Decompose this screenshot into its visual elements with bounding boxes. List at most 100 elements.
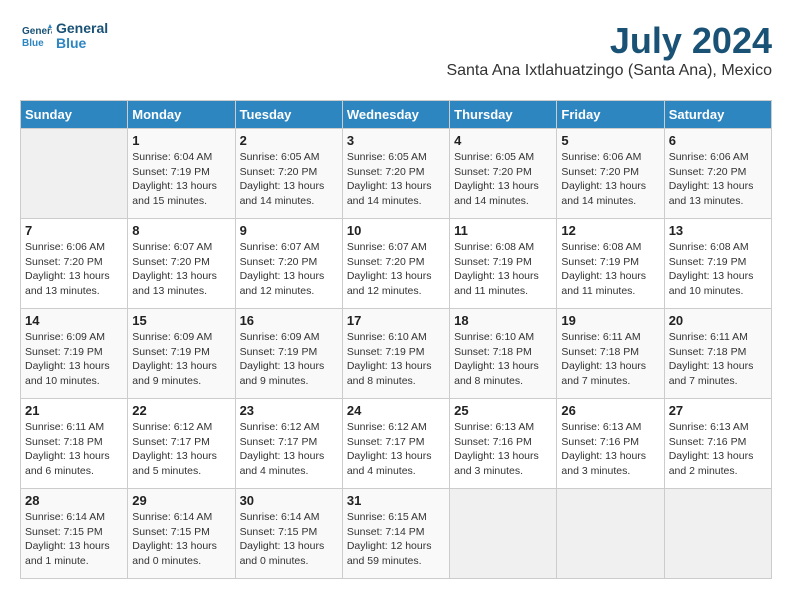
day-info: Sunrise: 6:08 AMSunset: 7:19 PMDaylight:… bbox=[454, 240, 552, 299]
day-info: Sunrise: 6:14 AMSunset: 7:15 PMDaylight:… bbox=[240, 510, 338, 569]
day-info: Sunrise: 6:12 AMSunset: 7:17 PMDaylight:… bbox=[132, 420, 230, 479]
calendar-cell: 2Sunrise: 6:05 AMSunset: 7:20 PMDaylight… bbox=[235, 129, 342, 219]
day-info: Sunrise: 6:06 AMSunset: 7:20 PMDaylight:… bbox=[561, 150, 659, 209]
calendar-cell: 16 Sunrise: 6:09 AMSunset: 7:19 PMDayligh… bbox=[235, 309, 342, 399]
day-info: Sunrise: 6:05 AMSunset: 7:20 PMDaylight:… bbox=[347, 150, 445, 209]
day-info: Sunrise: 6:11 AMSunset: 7:18 PMDaylight:… bbox=[25, 420, 123, 479]
calendar-cell: 3 Sunrise: 6:05 AMSunset: 7:20 PMDaylight… bbox=[342, 129, 449, 219]
day-info: Sunrise: 6:05 AMSunset: 7:20 PMDaylight:… bbox=[454, 150, 552, 209]
calendar-cell: 9 Sunrise: 6:07 AMSunset: 7:20 PMDaylight… bbox=[235, 219, 342, 309]
calendar-cell: 19 Sunrise: 6:11 AMSunset: 7:18 PMDayligh… bbox=[557, 309, 664, 399]
calendar-cell: 8 Sunrise: 6:07 AMSunset: 7:20 PMDaylight… bbox=[128, 219, 235, 309]
day-info: Sunrise: 6:07 AMSunset: 7:20 PMDaylight:… bbox=[240, 240, 338, 299]
calendar-cell: 6 Sunrise: 6:06 AMSunset: 7:20 PMDaylight… bbox=[664, 129, 771, 219]
calendar-cell: 28Sunrise: 6:14 AMSunset: 7:15 PMDayligh… bbox=[21, 489, 128, 579]
calendar-cell: 24Sunrise: 6:12 AMSunset: 7:17 PMDayligh… bbox=[342, 399, 449, 489]
calendar-cell: 1 Sunrise: 6:04 AMSunset: 7:19 PMDaylight… bbox=[128, 129, 235, 219]
column-header-friday: Friday bbox=[557, 101, 664, 129]
day-number: 13 bbox=[669, 223, 767, 238]
day-info: Sunrise: 6:09 AMSunset: 7:19 PMDaylight:… bbox=[132, 330, 230, 389]
title-section: July 2024 Santa Ana Ixtlahuatzingo (Sant… bbox=[446, 20, 772, 90]
day-number: 1 bbox=[132, 133, 230, 148]
day-info: Sunrise: 6:08 AMSunset: 7:19 PMDaylight:… bbox=[561, 240, 659, 299]
svg-text:Blue: Blue bbox=[22, 38, 44, 49]
day-info: Sunrise: 6:13 AMSunset: 7:16 PMDaylight:… bbox=[669, 420, 767, 479]
day-info: Sunrise: 6:07 AMSunset: 7:20 PMDaylight:… bbox=[347, 240, 445, 299]
day-info: Sunrise: 6:11 AMSunset: 7:18 PMDaylight:… bbox=[561, 330, 659, 389]
day-number: 24 bbox=[347, 403, 445, 418]
calendar-cell: 20 Sunrise: 6:11 AMSunset: 7:18 PMDayligh… bbox=[664, 309, 771, 399]
svg-text:General: General bbox=[22, 26, 52, 37]
column-header-saturday: Saturday bbox=[664, 101, 771, 129]
calendar-cell: 14 Sunrise: 6:09 AMSunset: 7:19 PMDayligh… bbox=[21, 309, 128, 399]
day-info: Sunrise: 6:11 AMSunset: 7:18 PMDaylight:… bbox=[669, 330, 767, 389]
calendar-title: July 2024 bbox=[446, 20, 772, 62]
day-number: 6 bbox=[669, 133, 767, 148]
day-number: 31 bbox=[347, 493, 445, 508]
calendar-cell bbox=[21, 129, 128, 219]
week-row-2: 7Sunrise: 6:06 AMSunset: 7:20 PMDaylight… bbox=[21, 219, 772, 309]
day-info: Sunrise: 6:06 AMSunset: 7:20 PMDaylight:… bbox=[25, 240, 123, 299]
day-number: 21 bbox=[25, 403, 123, 418]
day-number: 22 bbox=[132, 403, 230, 418]
column-header-monday: Monday bbox=[128, 101, 235, 129]
day-number: 19 bbox=[561, 313, 659, 328]
week-row-3: 14 Sunrise: 6:09 AMSunset: 7:19 PMDayligh… bbox=[21, 309, 772, 399]
column-header-wednesday: Wednesday bbox=[342, 101, 449, 129]
calendar-cell: 23Sunrise: 6:12 AMSunset: 7:17 PMDayligh… bbox=[235, 399, 342, 489]
day-number: 8 bbox=[132, 223, 230, 238]
day-info: Sunrise: 6:10 AMSunset: 7:19 PMDaylight:… bbox=[347, 330, 445, 389]
day-number: 12 bbox=[561, 223, 659, 238]
day-info: Sunrise: 6:10 AMSunset: 7:18 PMDaylight:… bbox=[454, 330, 552, 389]
calendar-cell: 4 Sunrise: 6:05 AMSunset: 7:20 PMDaylight… bbox=[450, 129, 557, 219]
week-row-4: 21 Sunrise: 6:11 AMSunset: 7:18 PMDayligh… bbox=[21, 399, 772, 489]
week-row-5: 28Sunrise: 6:14 AMSunset: 7:15 PMDayligh… bbox=[21, 489, 772, 579]
calendar-cell: 21 Sunrise: 6:11 AMSunset: 7:18 PMDayligh… bbox=[21, 399, 128, 489]
day-number: 15 bbox=[132, 313, 230, 328]
calendar-cell: 22 Sunrise: 6:12 AMSunset: 7:17 PMDayligh… bbox=[128, 399, 235, 489]
calendar-cell bbox=[664, 489, 771, 579]
day-info: Sunrise: 6:14 AMSunset: 7:15 PMDaylight:… bbox=[25, 510, 123, 569]
calendar-cell: 10 Sunrise: 6:07 AMSunset: 7:20 PMDayligh… bbox=[342, 219, 449, 309]
day-info: Sunrise: 6:06 AMSunset: 7:20 PMDaylight:… bbox=[669, 150, 767, 209]
day-number: 10 bbox=[347, 223, 445, 238]
day-number: 20 bbox=[669, 313, 767, 328]
calendar-cell: 29 Sunrise: 6:14 AMSunset: 7:15 PMDayligh… bbox=[128, 489, 235, 579]
day-number: 16 bbox=[240, 313, 338, 328]
calendar-cell: 5 Sunrise: 6:06 AMSunset: 7:20 PMDaylight… bbox=[557, 129, 664, 219]
calendar-cell: 31 Sunrise: 6:15 AMSunset: 7:14 PMDayligh… bbox=[342, 489, 449, 579]
calendar-cell: 12 Sunrise: 6:08 AMSunset: 7:19 PMDayligh… bbox=[557, 219, 664, 309]
day-info: Sunrise: 6:14 AMSunset: 7:15 PMDaylight:… bbox=[132, 510, 230, 569]
day-number: 26 bbox=[561, 403, 659, 418]
day-info: Sunrise: 6:15 AMSunset: 7:14 PMDaylight:… bbox=[347, 510, 445, 569]
day-info: Sunrise: 6:04 AMSunset: 7:19 PMDaylight:… bbox=[132, 150, 230, 209]
column-header-tuesday: Tuesday bbox=[235, 101, 342, 129]
day-number: 9 bbox=[240, 223, 338, 238]
logo-text-line1: General bbox=[56, 21, 108, 36]
calendar-subtitle: Santa Ana Ixtlahuatzingo (Santa Ana), Me… bbox=[446, 62, 772, 80]
day-number: 18 bbox=[454, 313, 552, 328]
week-row-1: 1 Sunrise: 6:04 AMSunset: 7:19 PMDaylight… bbox=[21, 129, 772, 219]
day-number: 2 bbox=[240, 133, 338, 148]
day-number: 14 bbox=[25, 313, 123, 328]
day-number: 25 bbox=[454, 403, 552, 418]
calendar-cell: 13 Sunrise: 6:08 AMSunset: 7:19 PMDayligh… bbox=[664, 219, 771, 309]
day-info: Sunrise: 6:13 AMSunset: 7:16 PMDaylight:… bbox=[561, 420, 659, 479]
day-info: Sunrise: 6:07 AMSunset: 7:20 PMDaylight:… bbox=[132, 240, 230, 299]
day-number: 29 bbox=[132, 493, 230, 508]
calendar-cell: 17Sunrise: 6:10 AMSunset: 7:19 PMDayligh… bbox=[342, 309, 449, 399]
day-number: 11 bbox=[454, 223, 552, 238]
day-number: 5 bbox=[561, 133, 659, 148]
day-number: 30 bbox=[240, 493, 338, 508]
day-info: Sunrise: 6:13 AMSunset: 7:16 PMDaylight:… bbox=[454, 420, 552, 479]
day-info: Sunrise: 6:08 AMSunset: 7:19 PMDaylight:… bbox=[669, 240, 767, 299]
day-info: Sunrise: 6:09 AMSunset: 7:19 PMDaylight:… bbox=[25, 330, 123, 389]
calendar-cell: 18 Sunrise: 6:10 AMSunset: 7:18 PMDayligh… bbox=[450, 309, 557, 399]
day-number: 3 bbox=[347, 133, 445, 148]
day-number: 4 bbox=[454, 133, 552, 148]
calendar-cell: 15 Sunrise: 6:09 AMSunset: 7:19 PMDayligh… bbox=[128, 309, 235, 399]
day-info: Sunrise: 6:09 AMSunset: 7:19 PMDaylight:… bbox=[240, 330, 338, 389]
calendar-cell bbox=[557, 489, 664, 579]
logo-text-line2: Blue bbox=[56, 36, 108, 51]
day-number: 27 bbox=[669, 403, 767, 418]
